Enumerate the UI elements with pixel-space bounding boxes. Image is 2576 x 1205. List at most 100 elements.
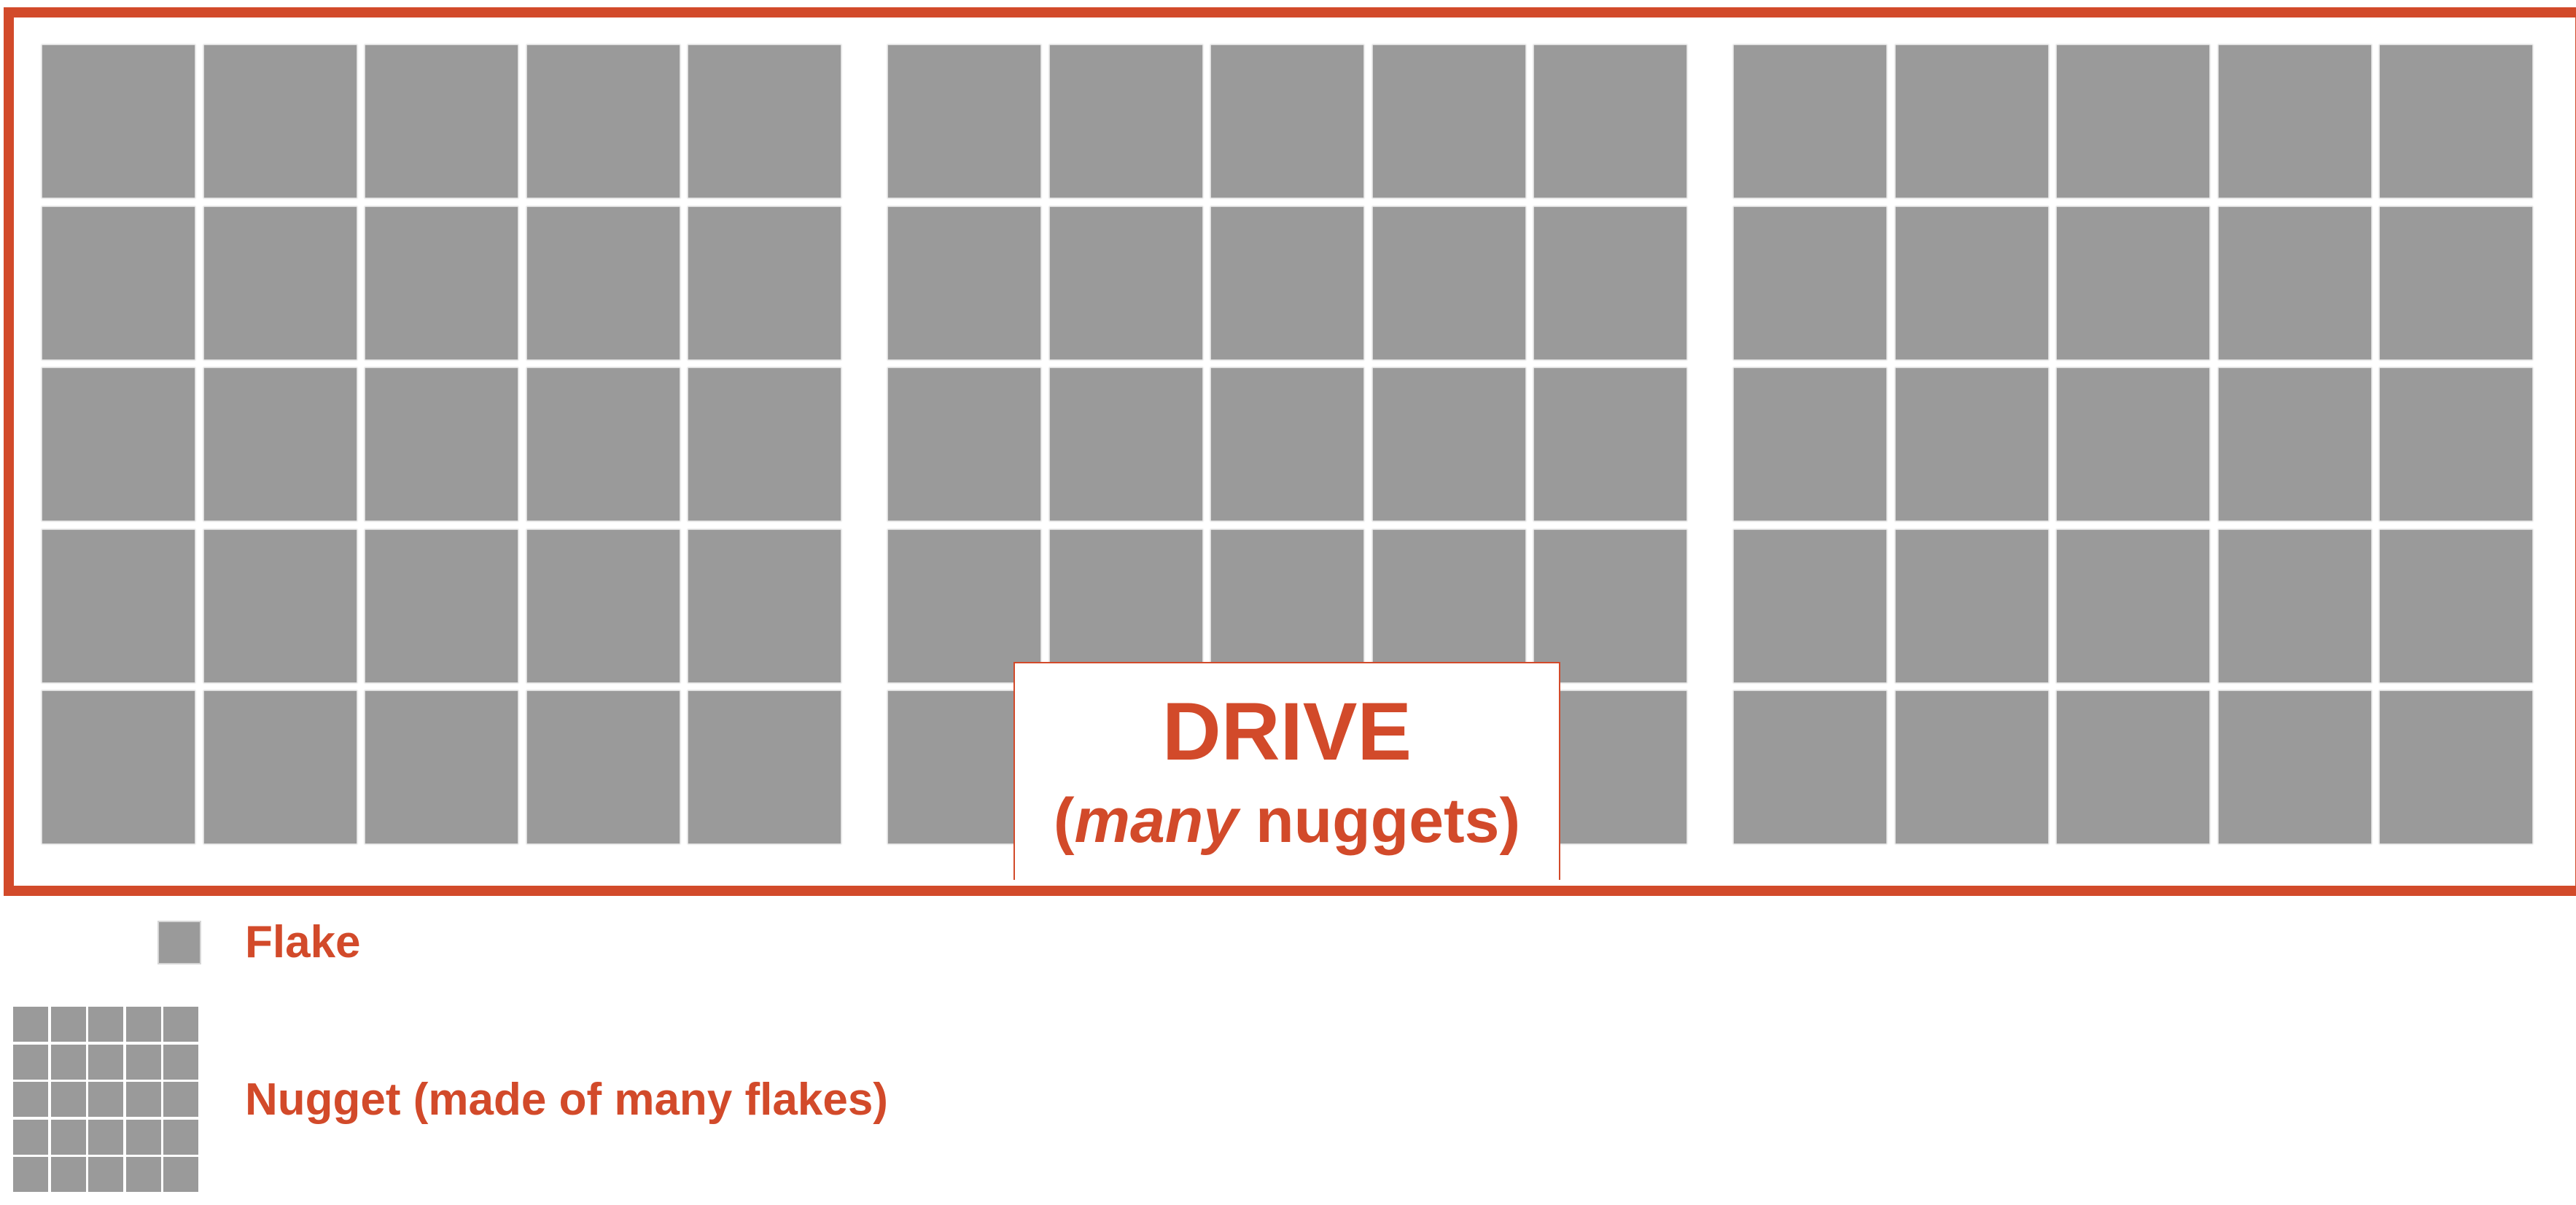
flake xyxy=(688,368,841,520)
flake xyxy=(1534,45,1686,198)
drive-subtitle-open: ( xyxy=(1053,786,1075,856)
flake xyxy=(1211,207,1363,359)
flake xyxy=(365,691,518,843)
drive-subtitle: (many nuggets) xyxy=(1015,786,1559,856)
flake xyxy=(1734,368,1886,520)
flake xyxy=(1896,368,2048,520)
flake xyxy=(1896,691,2048,843)
flake xyxy=(1211,530,1363,682)
mini-flake xyxy=(13,1157,48,1192)
flake xyxy=(365,207,518,359)
mini-flake xyxy=(51,1120,86,1155)
flake xyxy=(1211,368,1363,520)
flake xyxy=(1050,368,1202,520)
flake xyxy=(1373,45,1525,198)
flake xyxy=(527,45,680,198)
flake xyxy=(1211,45,1363,198)
flake xyxy=(2380,368,2532,520)
mini-flake xyxy=(13,1045,48,1080)
mini-flake xyxy=(13,1120,48,1155)
flake xyxy=(1734,45,1886,198)
flake xyxy=(688,530,841,682)
flake xyxy=(1734,530,1886,682)
flake xyxy=(2380,207,2532,359)
mini-flake xyxy=(51,1082,86,1117)
flake xyxy=(204,207,357,359)
flake xyxy=(365,368,518,520)
flake xyxy=(688,691,841,843)
flake xyxy=(365,530,518,682)
drive-title: DRIVE xyxy=(1161,686,1412,777)
flake xyxy=(1896,530,2048,682)
flake xyxy=(2219,207,2371,359)
mini-flake xyxy=(51,1007,86,1042)
mini-flake xyxy=(126,1007,161,1042)
flake xyxy=(2380,530,2532,682)
flake xyxy=(888,368,1040,520)
flake xyxy=(527,530,680,682)
flake xyxy=(1050,207,1202,359)
nugget xyxy=(1734,45,2532,849)
flake xyxy=(2057,368,2209,520)
flake xyxy=(1534,530,1686,682)
flake xyxy=(1373,368,1525,520)
mini-flake xyxy=(163,1045,198,1080)
nugget-legend-swatch xyxy=(13,1007,198,1192)
mini-flake xyxy=(88,1045,123,1080)
flake xyxy=(42,691,195,843)
mini-flake xyxy=(88,1007,123,1042)
mini-flake xyxy=(126,1082,161,1117)
nugget-legend-label: Nugget (made of many flakes) xyxy=(245,1075,888,1125)
flake xyxy=(1896,207,2048,359)
mini-flake xyxy=(163,1120,198,1155)
flake xyxy=(204,691,357,843)
mini-flake xyxy=(163,1007,198,1042)
flake xyxy=(204,368,357,520)
flake xyxy=(527,691,680,843)
flake xyxy=(2219,45,2371,198)
flake xyxy=(42,207,195,359)
drive-subtitle-rest: nuggets) xyxy=(1238,786,1521,856)
flake xyxy=(204,45,357,198)
mini-flake xyxy=(88,1120,123,1155)
flake xyxy=(1734,691,1886,843)
flake-legend-label: Flake xyxy=(245,917,361,967)
flake xyxy=(42,368,195,520)
flake xyxy=(1050,530,1202,682)
flake xyxy=(1050,45,1202,198)
flake xyxy=(42,45,195,198)
flake xyxy=(2219,691,2371,843)
flake xyxy=(1373,207,1525,359)
flake xyxy=(2380,45,2532,198)
flake xyxy=(688,207,841,359)
flake xyxy=(1373,530,1525,682)
flake xyxy=(2380,691,2532,843)
mini-flake xyxy=(51,1157,86,1192)
mini-flake xyxy=(13,1007,48,1042)
mini-flake xyxy=(163,1157,198,1192)
mini-flake xyxy=(88,1157,123,1192)
mini-flake xyxy=(88,1082,123,1117)
flake xyxy=(527,207,680,359)
flake xyxy=(2057,530,2209,682)
mini-flake xyxy=(51,1045,86,1080)
flake xyxy=(204,530,357,682)
flake-legend-swatch xyxy=(159,922,200,963)
flake xyxy=(42,530,195,682)
nugget xyxy=(42,45,841,849)
flake xyxy=(365,45,518,198)
mini-flake xyxy=(126,1157,161,1192)
flake xyxy=(2219,530,2371,682)
mini-flake xyxy=(126,1045,161,1080)
flake xyxy=(1734,207,1886,359)
mini-flake xyxy=(126,1120,161,1155)
flake xyxy=(2057,45,2209,198)
mini-flake xyxy=(163,1082,198,1117)
flake xyxy=(888,45,1040,198)
flake xyxy=(2219,368,2371,520)
flake xyxy=(1534,368,1686,520)
flake xyxy=(1534,207,1686,359)
flake xyxy=(2057,207,2209,359)
flake xyxy=(1896,45,2048,198)
flake xyxy=(527,368,680,520)
